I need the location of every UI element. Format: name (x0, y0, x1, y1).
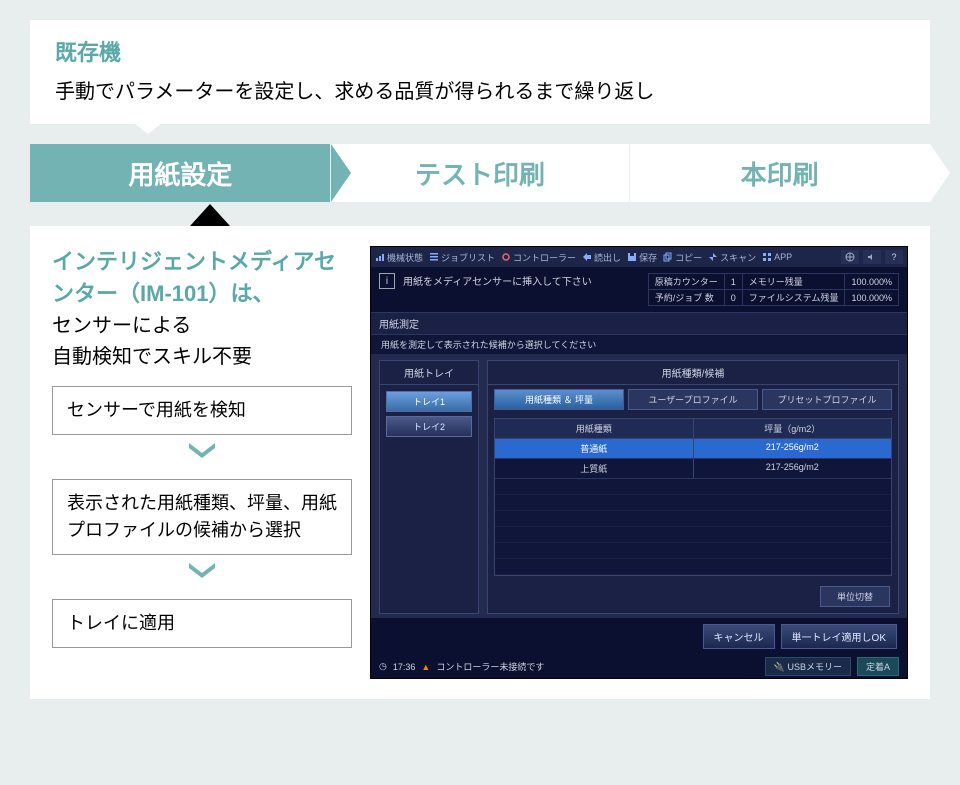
cell-weight: 217-256g/m2 (694, 439, 892, 458)
col-header-type: 用紙種類 (495, 419, 694, 438)
candidate-header: 用紙種類/候補 (488, 361, 898, 385)
table-row-empty (495, 495, 891, 511)
tab-type-weight[interactable]: 用紙種類 ＆ 坪量 (494, 389, 624, 410)
lead-black-2: 自動検知でスキル不要 (52, 343, 352, 372)
tab-copy[interactable]: コピー (663, 251, 702, 264)
globe-icon[interactable] (841, 250, 859, 264)
status-grid: 原稿カウンター 1 メモリー残量 100.000% 予約/ジョブ 数 0 ファイ… (648, 273, 899, 306)
chevron-down-icon (52, 559, 352, 585)
status-value: 1 (724, 274, 742, 290)
table-row-empty (495, 559, 891, 575)
tab-controller[interactable]: コントローラー (501, 251, 576, 264)
status-label: ファイルシステム残量 (742, 290, 845, 306)
table-row[interactable]: 上質紙 217-256g/m2 (495, 459, 891, 479)
panel-subtitle: 用紙を測定して表示された候補から選択してください (371, 335, 907, 354)
cell-type: 普通紙 (495, 439, 694, 458)
status-label: メモリー残量 (742, 274, 845, 290)
step-box-2: 表示された用紙種類、坪量、用紙プロファイルの候補から選択 (52, 479, 352, 555)
status-value: 0 (724, 290, 742, 306)
cell-type: 上質紙 (495, 459, 694, 478)
footer-message: コントローラー未接続です (436, 660, 544, 673)
tab-job-list[interactable]: ジョブリスト (429, 251, 495, 264)
tab-readout[interactable]: 読出し (582, 251, 621, 264)
warn-icon: ▲ (421, 662, 430, 672)
workflow-step-test-print: テスト印刷 (330, 144, 631, 202)
candidate-table: 用紙種類 坪量（g/m2） 普通紙 217-256g/m2 上質紙 217-25… (494, 418, 892, 576)
col-header-weight: 坪量（g/m2） (694, 419, 892, 438)
workflow-row: 用紙設定 テスト印刷 本印刷 (30, 144, 930, 202)
pointer-up-icon (190, 204, 230, 226)
clock-icon: ◷ (379, 661, 387, 672)
status-value: 100.000% (845, 290, 899, 306)
status-label: 原稿カウンター (648, 274, 724, 290)
tab-app[interactable]: APP (762, 252, 792, 262)
table-row-empty (495, 511, 891, 527)
apply-ok-button[interactable]: 単一トレイ適用しOK (781, 624, 897, 649)
tab-save[interactable]: 保存 (627, 251, 657, 264)
table-row-empty (495, 527, 891, 543)
chevron-down-icon (52, 439, 352, 465)
table-row[interactable]: 普通紙 217-256g/m2 (495, 439, 891, 459)
detail-box: インテリジェントメディアセンター（IM-101）は、 センサーによる 自動検知で… (30, 226, 930, 699)
screen-footer: ◷ 17:36 ▲ コントローラー未接続です 🔌 USBメモリー 定着A (371, 655, 907, 678)
usb-chip[interactable]: 🔌 USBメモリー (765, 657, 851, 676)
left-column: インテリジェントメディアセンター（IM-101）は、 センサーによる 自動検知で… (52, 246, 352, 679)
callout-arrow-icon (130, 120, 166, 134)
action-row: キャンセル 単一トレイ適用しOK (371, 618, 907, 655)
tray-button-2[interactable]: トレイ2 (386, 416, 472, 437)
status-value: 100.000% (845, 274, 899, 290)
info-icon: i (379, 273, 395, 289)
legacy-description-box: 既存機 手動でパラメーターを設定し、求める品質が得られるまで繰り返し (30, 20, 930, 124)
tab-machine-status[interactable]: 機械状態 (375, 251, 423, 264)
legacy-desc: 手動でパラメーターを設定し、求める品質が得られるまで繰り返し (55, 75, 905, 104)
tray-button-1[interactable]: トレイ1 (386, 391, 472, 412)
printer-screen: 機械状態 ジョブリスト コントローラー 読出し 保存 コピー スキャン APP … (370, 246, 908, 679)
workflow-step-paper-setup: 用紙設定 (30, 144, 331, 202)
status-label: 予約/ジョブ 数 (648, 290, 724, 306)
candidate-column: 用紙種類/候補 用紙種類 ＆ 坪量 ユーザープロファイル プリセットプロファイル… (487, 360, 899, 614)
info-row: i 用紙をメディアセンサーに挿入して下さい 原稿カウンター 1 メモリー残量 1… (371, 267, 907, 312)
tab-preset-profile[interactable]: プリセットプロファイル (762, 389, 892, 410)
sound-icon[interactable] (863, 250, 881, 264)
tab-scan[interactable]: スキャン (708, 251, 756, 264)
tray-header: 用紙トレイ (380, 361, 478, 385)
cell-weight: 217-256g/m2 (694, 459, 892, 478)
tab-user-profile[interactable]: ユーザープロファイル (628, 389, 758, 410)
lead-teal: インテリジェントメディアセンター（IM-101）は、 (52, 246, 352, 310)
screen-titlebar: 機械状態 ジョブリスト コントローラー 読出し 保存 コピー スキャン APP … (371, 247, 907, 267)
panel-title: 用紙測定 (371, 312, 907, 335)
unit-toggle-button[interactable]: 単位切替 (820, 586, 890, 607)
table-row-empty (495, 543, 891, 559)
cancel-button[interactable]: キャンセル (703, 624, 775, 649)
help-icon[interactable]: ? (885, 250, 903, 264)
panel-body: 用紙トレイ トレイ1 トレイ2 用紙種類/候補 用紙種類 ＆ 坪量 ユーザープロ… (371, 354, 907, 618)
step-box-3: トレイに適用 (52, 599, 352, 648)
workflow-step-final-print: 本印刷 (629, 144, 930, 202)
step-box-1: センサーで用紙を検知 (52, 386, 352, 435)
tray-column: 用紙トレイ トレイ1 トレイ2 (379, 360, 479, 614)
footer-time: 17:36 (393, 662, 416, 672)
table-row-empty (495, 479, 891, 495)
lead-black-1: センサーによる (52, 312, 352, 341)
fixer-chip[interactable]: 定着A (857, 657, 899, 676)
legacy-title: 既存機 (55, 35, 905, 67)
info-message: 用紙をメディアセンサーに挿入して下さい (403, 273, 592, 288)
